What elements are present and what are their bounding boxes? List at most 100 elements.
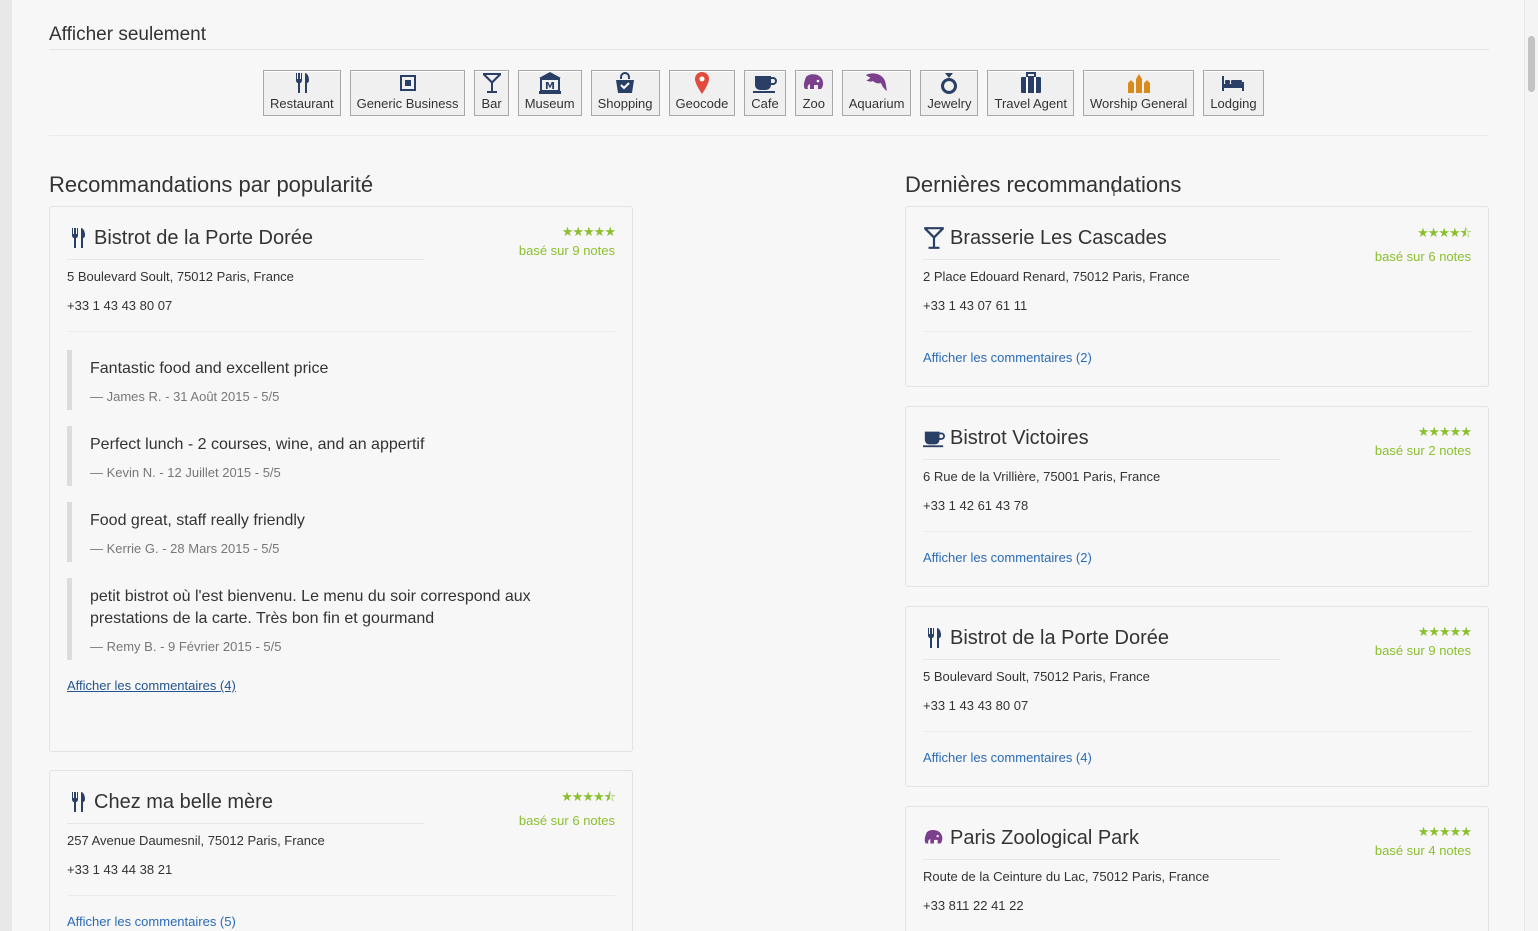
review-meta: — Kerrie G. - 28 Mars 2015 - 5/5 xyxy=(90,541,280,556)
rating: ★★★★⯪ basé sur 6 notes xyxy=(518,788,616,828)
divider xyxy=(923,331,1471,332)
filter-label: Bar xyxy=(481,96,502,111)
show-comments-link[interactable]: Afficher les commentaires (2) xyxy=(923,350,1092,365)
museum-icon: M xyxy=(538,72,562,94)
rating-count: basé sur 9 notes xyxy=(518,243,615,258)
place-phone: +33 1 42 61 43 78 xyxy=(923,498,1029,513)
show-comments-link[interactable]: Afficher les commentaires (4) xyxy=(67,678,236,693)
review: petit bistrot où l'est bienvenu. Le menu… xyxy=(67,578,615,660)
elephant-icon xyxy=(802,72,826,94)
rating: ★★★★★ basé sur 9 notes xyxy=(518,224,616,258)
filter-button-aquarium[interactable]: Aquarium xyxy=(841,70,912,116)
place-card: Bistrot de la Porte Dorée ★★★★★ basé sur… xyxy=(905,606,1489,787)
building-icon xyxy=(399,72,417,94)
scrollbar-track[interactable] xyxy=(1524,0,1538,931)
elephant-icon xyxy=(923,825,945,851)
worship-icon xyxy=(1126,72,1152,94)
filter-label: Shopping xyxy=(597,96,653,111)
review-meta: — Remy B. - 9 Février 2015 - 5/5 xyxy=(90,639,282,654)
show-comments-link[interactable]: Afficher les commentaires (2) xyxy=(923,550,1092,565)
filter-button-geocode[interactable]: Geocode xyxy=(668,70,736,116)
divider xyxy=(923,531,1471,532)
svg-text:M: M xyxy=(545,81,555,92)
filter-label: Travel Agent xyxy=(994,96,1067,111)
filter-button-restaurant[interactable]: Restaurant xyxy=(263,70,341,116)
place-name[interactable]: Bistrot Victoires xyxy=(950,427,1089,450)
ring-icon xyxy=(939,72,959,94)
divider xyxy=(923,731,1471,732)
review-text: Fantastic food and excellent price xyxy=(90,360,329,377)
place-address: 5 Boulevard Soult, 75012 Paris, France xyxy=(923,669,1150,684)
shopping-bag-icon xyxy=(614,72,636,94)
divider xyxy=(923,459,1280,460)
filter-button-travel-agent[interactable]: Travel Agent xyxy=(987,70,1074,116)
star-rating: ★★★★★ xyxy=(1417,424,1472,439)
filter-button-lodging[interactable]: Lodging xyxy=(1203,70,1264,116)
filter-button-worship-general[interactable]: Worship General xyxy=(1083,70,1195,116)
place-address: 5 Boulevard Soult, 75012 Paris, France xyxy=(67,269,294,284)
filter-title: Afficher seulement xyxy=(49,24,207,45)
fork-knife-icon xyxy=(67,225,89,251)
place-card: Paris Zoological Park ★★★★★ basé sur 4 n… xyxy=(905,806,1489,931)
filter-label: Geocode xyxy=(675,96,729,111)
place-phone: +33 1 43 43 80 07 xyxy=(923,698,1029,713)
suitcase-icon xyxy=(1020,72,1042,94)
review-text: Perfect lunch - 2 courses, wine, and an … xyxy=(90,436,425,453)
rating-count: basé sur 6 notes xyxy=(518,813,615,828)
divider xyxy=(49,135,1489,136)
place-address: 6 Rue de la Vrillière, 75001 Paris, Fran… xyxy=(923,469,1161,484)
place-card: Bistrot de la Porte Dorée ★★★★★ basé sur… xyxy=(49,206,633,752)
filter-button-jewelry[interactable]: Jewelry xyxy=(920,70,979,116)
divider xyxy=(923,859,1280,860)
filter-label: Museum xyxy=(524,96,575,111)
rating-count: basé sur 4 notes xyxy=(1374,843,1471,858)
place-name[interactable]: Paris Zoological Park xyxy=(950,827,1139,850)
show-comments-link[interactable]: Afficher les commentaires (5) xyxy=(67,914,236,929)
place-name[interactable]: Brasserie Les Cascades xyxy=(950,227,1167,250)
place-phone: +33 1 43 44 38 21 xyxy=(67,862,173,877)
place-card: Bistrot Victoires ★★★★★ basé sur 2 notes… xyxy=(905,406,1489,587)
map-pin-icon xyxy=(694,72,710,94)
rating-count: basé sur 2 notes xyxy=(1374,443,1471,458)
rating: ★★★★⯪ basé sur 6 notes xyxy=(1375,224,1472,264)
cocktail-glass-icon xyxy=(482,72,502,94)
filter-label: Generic Business xyxy=(356,96,459,111)
place-phone: +33 811 22 41 22 xyxy=(923,898,1024,913)
place-name[interactable]: Bistrot de la Porte Dorée xyxy=(94,227,313,250)
left-gutter xyxy=(0,0,12,931)
star-rating: ★★★★★ xyxy=(561,224,616,239)
filter-button-cafe[interactable]: Cafe xyxy=(744,70,786,116)
filter-button-museum[interactable]: M Museum xyxy=(517,70,582,116)
filter-button-generic-business[interactable]: Generic Business xyxy=(349,70,466,116)
fork-knife-icon xyxy=(67,789,89,815)
place-name[interactable]: Chez ma belle mère xyxy=(94,791,273,814)
scrollbar-thumb[interactable] xyxy=(1528,36,1535,92)
review-text: Food great, staff really friendly xyxy=(90,512,305,529)
divider xyxy=(67,895,615,896)
dolphin-icon xyxy=(864,72,890,94)
divider xyxy=(67,331,615,332)
review: Food great, staff really friendly — Kerr… xyxy=(67,502,615,562)
filter-bar: Restaurant Generic Business Bar M Museum… xyxy=(263,70,1264,116)
star-rating: ★★★★★ xyxy=(1417,824,1472,839)
text-cursor-icon: I xyxy=(1112,183,1116,199)
filter-button-shopping[interactable]: Shopping xyxy=(590,70,660,116)
review-text: petit bistrot où l'est bienvenu. Le menu… xyxy=(90,588,531,627)
show-comments-link[interactable]: Afficher les commentaires (4) xyxy=(923,750,1092,765)
star-rating: ★★★★⯪ xyxy=(1417,225,1472,240)
popular-title: Recommandations par popularité xyxy=(49,172,374,197)
filter-button-bar[interactable]: Bar xyxy=(474,70,509,116)
place-card: Brasserie Les Cascades ★★★★⯪ basé sur 6 … xyxy=(905,206,1489,387)
rating-count: basé sur 9 notes xyxy=(1374,643,1471,658)
filter-label: Worship General xyxy=(1090,96,1188,111)
divider xyxy=(67,259,424,260)
rating: ★★★★★ basé sur 2 notes xyxy=(1374,424,1472,458)
fork-knife-icon xyxy=(923,625,945,651)
place-card: Chez ma belle mère ★★★★⯪ basé sur 6 note… xyxy=(49,770,633,931)
filter-button-zoo[interactable]: Zoo xyxy=(794,70,833,116)
rating: ★★★★★ basé sur 4 notes xyxy=(1374,824,1472,858)
place-name[interactable]: Bistrot de la Porte Dorée xyxy=(950,627,1169,650)
fork-knife-icon xyxy=(293,72,311,94)
divider xyxy=(67,823,424,824)
place-phone: +33 1 43 43 80 07 xyxy=(67,298,173,313)
